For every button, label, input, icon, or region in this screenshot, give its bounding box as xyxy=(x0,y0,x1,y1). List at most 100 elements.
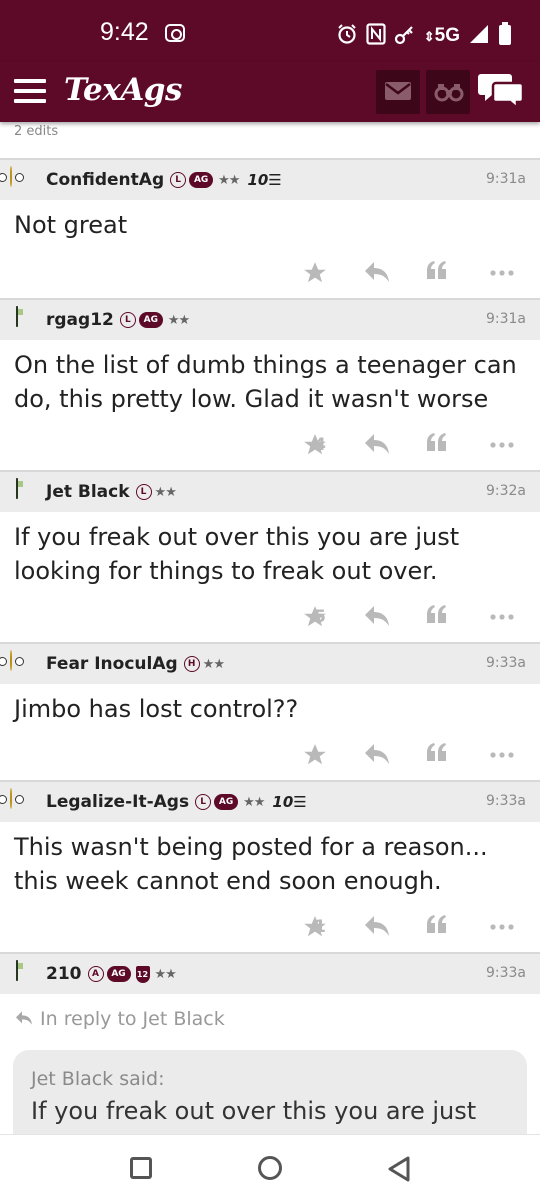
rank-stars: ★★ xyxy=(154,966,177,982)
home-button[interactable] xyxy=(258,1156,282,1180)
signal-icon xyxy=(468,23,490,49)
reply-icon[interactable] xyxy=(364,604,390,630)
post-body: On the list of dumb things a teenager ca… xyxy=(14,351,517,413)
reply-icon[interactable] xyxy=(364,742,390,768)
username[interactable]: Legalize-It-Ags xyxy=(46,792,189,812)
status-bar: 9:42 ⇕5G xyxy=(0,0,540,62)
smiley-avatar-icon xyxy=(10,166,12,187)
post-header: Jet Black L ★★ 9:32a xyxy=(0,472,540,512)
avatar[interactable] xyxy=(10,650,36,677)
menu-icon[interactable] xyxy=(14,79,46,105)
username[interactable]: Fear InoculAg xyxy=(46,654,178,674)
badge-l: L xyxy=(195,794,212,810)
post-body: If you freak out over this you are just … xyxy=(14,523,460,585)
badge-l: L xyxy=(119,312,136,328)
post-header: Fear InoculAg H ★★ 9:33a xyxy=(0,644,540,684)
more-icon[interactable] xyxy=(489,260,515,286)
post-time: 9:33a xyxy=(485,793,526,809)
more-icon[interactable] xyxy=(489,742,515,768)
quote-icon[interactable] xyxy=(426,432,448,458)
post: ConfidentAg L AG ★★ 10☰ 9:31a Not great xyxy=(0,160,540,300)
star-icon[interactable] xyxy=(302,914,328,940)
post: Jet Black L ★★ 9:32a If you freak out ov… xyxy=(0,472,540,644)
post: rgag12 L AG ★★ 9:31a On the list of dumb… xyxy=(0,300,540,472)
watchlist-button[interactable] xyxy=(426,70,470,114)
texags-logo[interactable]: TexAgs xyxy=(64,72,182,108)
system-nav-bar xyxy=(0,1134,540,1200)
recents-button[interactable] xyxy=(130,1157,152,1179)
previous-post-footer: 2 edits xyxy=(0,122,540,160)
post-time: 9:33a xyxy=(485,965,526,981)
reply-icon xyxy=(16,1011,32,1025)
badge-ag: AG xyxy=(214,794,239,810)
post-actions: 5 xyxy=(0,590,540,642)
nfc-icon xyxy=(366,23,386,49)
back-icon xyxy=(388,1156,410,1182)
star-icon[interactable] xyxy=(302,604,328,630)
username[interactable]: rgag12 xyxy=(46,310,114,330)
rank-stars: ★★ xyxy=(202,656,225,672)
ten-year-badge: 10☰ xyxy=(272,793,307,811)
badge-ag: AG xyxy=(106,966,131,982)
reply-icon[interactable] xyxy=(364,432,390,458)
post-header: rgag12 L AG ★★ 9:31a xyxy=(0,300,540,340)
back-button[interactable] xyxy=(386,1155,412,1187)
ten-year-badge: 10☰ xyxy=(247,171,282,189)
quote-icon[interactable] xyxy=(426,914,448,940)
avatar[interactable] xyxy=(10,960,36,987)
binoculars-icon xyxy=(434,84,464,102)
avatar[interactable] xyxy=(10,306,36,333)
post-body: Jimbo has lost control?? xyxy=(14,695,299,723)
in-reply-to[interactable]: In reply to Jet Black xyxy=(0,994,540,1050)
username[interactable]: Jet Black xyxy=(46,482,130,502)
post-time: 9:31a xyxy=(485,311,526,327)
quote-icon[interactable] xyxy=(426,260,448,286)
alarm-icon xyxy=(336,23,358,49)
post-time: 9:33a xyxy=(485,655,526,671)
screen-record-icon xyxy=(165,24,185,42)
quote-icon[interactable] xyxy=(426,604,448,630)
post: Legalize-It-Ags L AG ★★ 10☰ 9:33a This w… xyxy=(0,782,540,954)
network-type: ⇕5G xyxy=(423,25,460,46)
avatar[interactable] xyxy=(10,788,36,815)
battery-icon xyxy=(498,22,512,50)
badge-h: H xyxy=(183,656,200,672)
post: Fear InoculAg H ★★ 9:33a Jimbo has lost … xyxy=(0,644,540,782)
badge-ag: AG xyxy=(189,172,214,188)
badge-a: A xyxy=(87,966,104,982)
avatar[interactable] xyxy=(10,166,36,193)
post-header: Legalize-It-Ags L AG ★★ 10☰ 9:33a xyxy=(0,782,540,822)
phone-avatar-icon xyxy=(16,960,18,981)
reply-icon[interactable] xyxy=(364,914,390,940)
more-icon[interactable] xyxy=(489,432,515,458)
post-body: This wasn't being posted for a reason...… xyxy=(14,833,488,895)
username[interactable]: 210 xyxy=(46,964,82,984)
chat-button[interactable] xyxy=(478,70,528,116)
post-body: Not great xyxy=(14,211,128,239)
thread-feed[interactable]: 2 edits ConfidentAg L AG ★★ 10☰ 9:31a No… xyxy=(0,122,540,1134)
quoted-post[interactable]: Jet Black said: If you freak out over th… xyxy=(13,1050,527,1134)
surprised-avatar-icon xyxy=(10,650,12,671)
quote-icon[interactable] xyxy=(426,742,448,768)
reply-icon[interactable] xyxy=(364,260,390,286)
chat-icon xyxy=(478,74,525,111)
post: 210 A AG 12 ★★ 9:33a In reply to Jet Bla… xyxy=(0,954,540,1134)
username[interactable]: ConfidentAg xyxy=(46,170,164,190)
avatar[interactable] xyxy=(10,478,36,505)
star-icon[interactable] xyxy=(302,432,328,458)
star-icon[interactable] xyxy=(302,260,328,286)
post-header: ConfidentAg L AG ★★ 10☰ 9:31a xyxy=(0,160,540,200)
rank-stars: ★★ xyxy=(243,794,265,810)
more-icon[interactable] xyxy=(489,914,515,940)
quote-text: If you freak out over this you are just xyxy=(31,1097,477,1125)
rank-stars: ★★ xyxy=(154,484,177,500)
post-time: 9:32a xyxy=(485,483,526,499)
quote-author: Jet Black said: xyxy=(31,1068,165,1090)
rank-stars: ★★ xyxy=(218,172,240,188)
star-icon[interactable] xyxy=(302,742,328,768)
messages-button[interactable] xyxy=(376,70,420,114)
post-time: 9:31a xyxy=(485,171,526,187)
more-icon[interactable] xyxy=(489,604,515,630)
post-actions xyxy=(0,728,540,780)
post-actions: 4 xyxy=(0,418,540,470)
